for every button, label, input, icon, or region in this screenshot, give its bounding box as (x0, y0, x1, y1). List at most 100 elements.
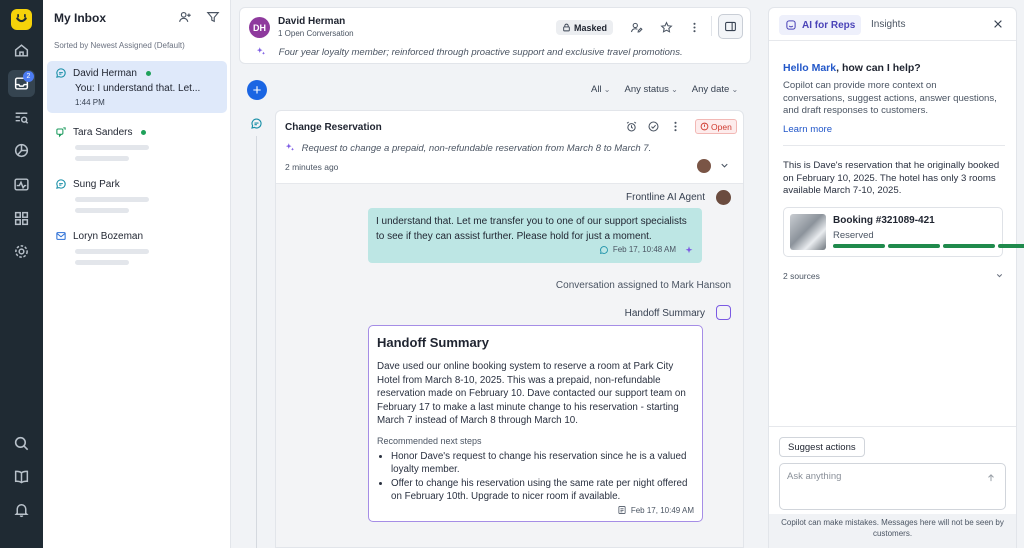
conversation-item-sung-park[interactable]: Sung Park (47, 172, 227, 217)
filter-date-dropdown[interactable]: Any date (692, 84, 738, 95)
favorite-button[interactable] (658, 19, 674, 35)
chat-channel-icon (251, 118, 262, 129)
next-step-item: Honor Dave's request to change his reser… (391, 450, 694, 477)
ask-box (779, 463, 1006, 510)
ai-sparkle-icon (285, 143, 295, 151)
copilot-divider (783, 145, 1005, 146)
notifications-bell-icon[interactable] (8, 496, 35, 523)
ticket-card: Change Reservation Open Request to chang… (275, 110, 744, 548)
online-status-dot (141, 129, 147, 135)
preview-placeholder (75, 145, 149, 150)
agent-message-time: Feb 17, 10:48 AM (612, 245, 676, 254)
progress-step (998, 244, 1024, 248)
handoff-summary-card: Handoff Summary Dave used our online boo… (368, 325, 703, 522)
send-arrow-icon[interactable] (986, 473, 996, 483)
lock-icon (563, 23, 570, 32)
search-icon[interactable] (8, 430, 35, 457)
home-icon[interactable] (8, 37, 35, 64)
tab-insights[interactable]: Insights (871, 19, 905, 30)
search-list-icon[interactable] (8, 104, 35, 131)
learn-more-link[interactable]: Learn more (783, 124, 832, 135)
composer-divider (769, 426, 1016, 427)
side-panel-icon (725, 21, 736, 32)
conversation-item-david-herman[interactable]: David Herman You: I understand that. Let… (47, 61, 227, 113)
handoff-time: Feb 17, 10:49 AM (630, 505, 694, 515)
preview-placeholder (75, 249, 149, 254)
new-conversation-button[interactable]: + (247, 80, 267, 100)
close-icon[interactable] (992, 18, 1004, 30)
apps-grid-icon[interactable] (8, 205, 35, 232)
copilot-intro: Copilot can provide more context on conv… (783, 80, 997, 116)
progress-step (888, 244, 940, 248)
settings-gear-icon[interactable] (8, 238, 35, 265)
sources-toggle[interactable]: 2 sources (783, 271, 820, 281)
thread-filters: All Any status Any date (591, 84, 738, 95)
booking-number: Booking #321089-421 (833, 215, 935, 226)
agent-message-text: I understand that. Let me transfer you t… (376, 216, 687, 242)
chevron-down-icon[interactable] (719, 160, 730, 171)
filter-all-dropdown[interactable]: All (591, 84, 611, 95)
chat-bubble-icon (599, 245, 608, 254)
resolve-check-icon[interactable] (647, 120, 660, 133)
chat-transfer-icon (56, 127, 66, 138)
filter-status-dropdown[interactable]: Any status (625, 84, 678, 95)
ticket-title: Change Reservation (285, 122, 382, 133)
assignee-avatar[interactable] (697, 159, 711, 173)
chevron-down-icon[interactable] (995, 271, 1004, 280)
conversation-name: Loryn Bozeman (73, 230, 144, 242)
filter-funnel-icon[interactable] (206, 10, 220, 24)
star-icon (659, 20, 673, 33)
chat-bubble-icon (56, 68, 66, 78)
customer-avatar: DH (249, 17, 270, 38)
knowledge-book-icon[interactable] (8, 463, 35, 490)
conversation-item-loryn-bozeman[interactable]: Loryn Bozeman (47, 224, 227, 269)
conversation-name: Sung Park (73, 178, 120, 190)
masked-badge[interactable]: Masked (556, 20, 614, 35)
time-placeholder (75, 260, 129, 265)
progress-step (943, 244, 995, 248)
activity-monitor-icon[interactable] (8, 171, 35, 198)
handoff-title: Handoff Summary (377, 335, 489, 350)
masked-label: Masked (574, 22, 608, 33)
ticket-age: 2 minutes ago (285, 162, 339, 172)
ticket-request-summary: Request to change a prepaid, non-refunda… (301, 143, 652, 154)
tab-ai-for-reps[interactable]: AI for Reps (779, 15, 862, 35)
reports-pie-icon[interactable] (8, 137, 35, 164)
conversation-name: David Herman (73, 67, 137, 79)
customer-profile-button[interactable] (628, 19, 644, 35)
copilot-bot-icon (716, 305, 731, 320)
inbox-badge: 2 (23, 71, 34, 82)
customer-header: DH David Herman 1 Open Conversation Mask… (239, 7, 751, 64)
copilot-panel: AI for Reps Insights Hello Mark, how can… (768, 7, 1024, 548)
snooze-alarm-icon[interactable] (625, 120, 638, 133)
email-envelope-icon (56, 232, 66, 240)
copilot-disclaimer: Copilot can make mistakes. Messages here… (769, 514, 1016, 548)
copilot-message: This is Dave's reservation that he origi… (783, 160, 1000, 196)
booking-card[interactable]: Booking #321089-421 Reserved (783, 207, 1024, 257)
conversation-main: DH David Herman 1 Open Conversation Mask… (231, 0, 759, 548)
note-icon (618, 506, 626, 514)
vertical-dots-icon[interactable] (669, 120, 682, 133)
inbox-icon[interactable]: 2 (8, 70, 35, 97)
conversation-item-tara-sanders[interactable]: Tara Sanders (47, 120, 227, 165)
next-step-item: Offer to change his reservation using th… (391, 477, 694, 504)
preview-placeholder (75, 197, 149, 202)
next-steps-label: Recommended next steps (377, 435, 482, 446)
status-badge[interactable]: Open (695, 119, 737, 134)
conversation-name: Tara Sanders (73, 126, 133, 138)
agent-message-bubble: I understand that. Let me transfer you t… (368, 208, 702, 263)
ask-anything-input[interactable] (787, 471, 977, 482)
copilot-bot-icon (786, 20, 796, 30)
status-label: Open (711, 121, 732, 132)
agent-name: Frontline AI Agent (626, 192, 705, 203)
add-person-icon[interactable] (178, 10, 192, 24)
nav-rail: 2 (0, 0, 43, 548)
chat-bubble-icon (56, 179, 66, 189)
suggest-actions-button[interactable]: Suggest actions (779, 437, 865, 457)
message-thread: Frontline AI Agent I understand that. Le… (276, 184, 743, 547)
toggle-side-panel-button[interactable] (718, 14, 743, 39)
hotel-room-image (790, 214, 826, 250)
more-options-button[interactable] (686, 19, 702, 35)
booking-progress (833, 244, 1024, 248)
app-logo-icon[interactable] (11, 9, 32, 30)
